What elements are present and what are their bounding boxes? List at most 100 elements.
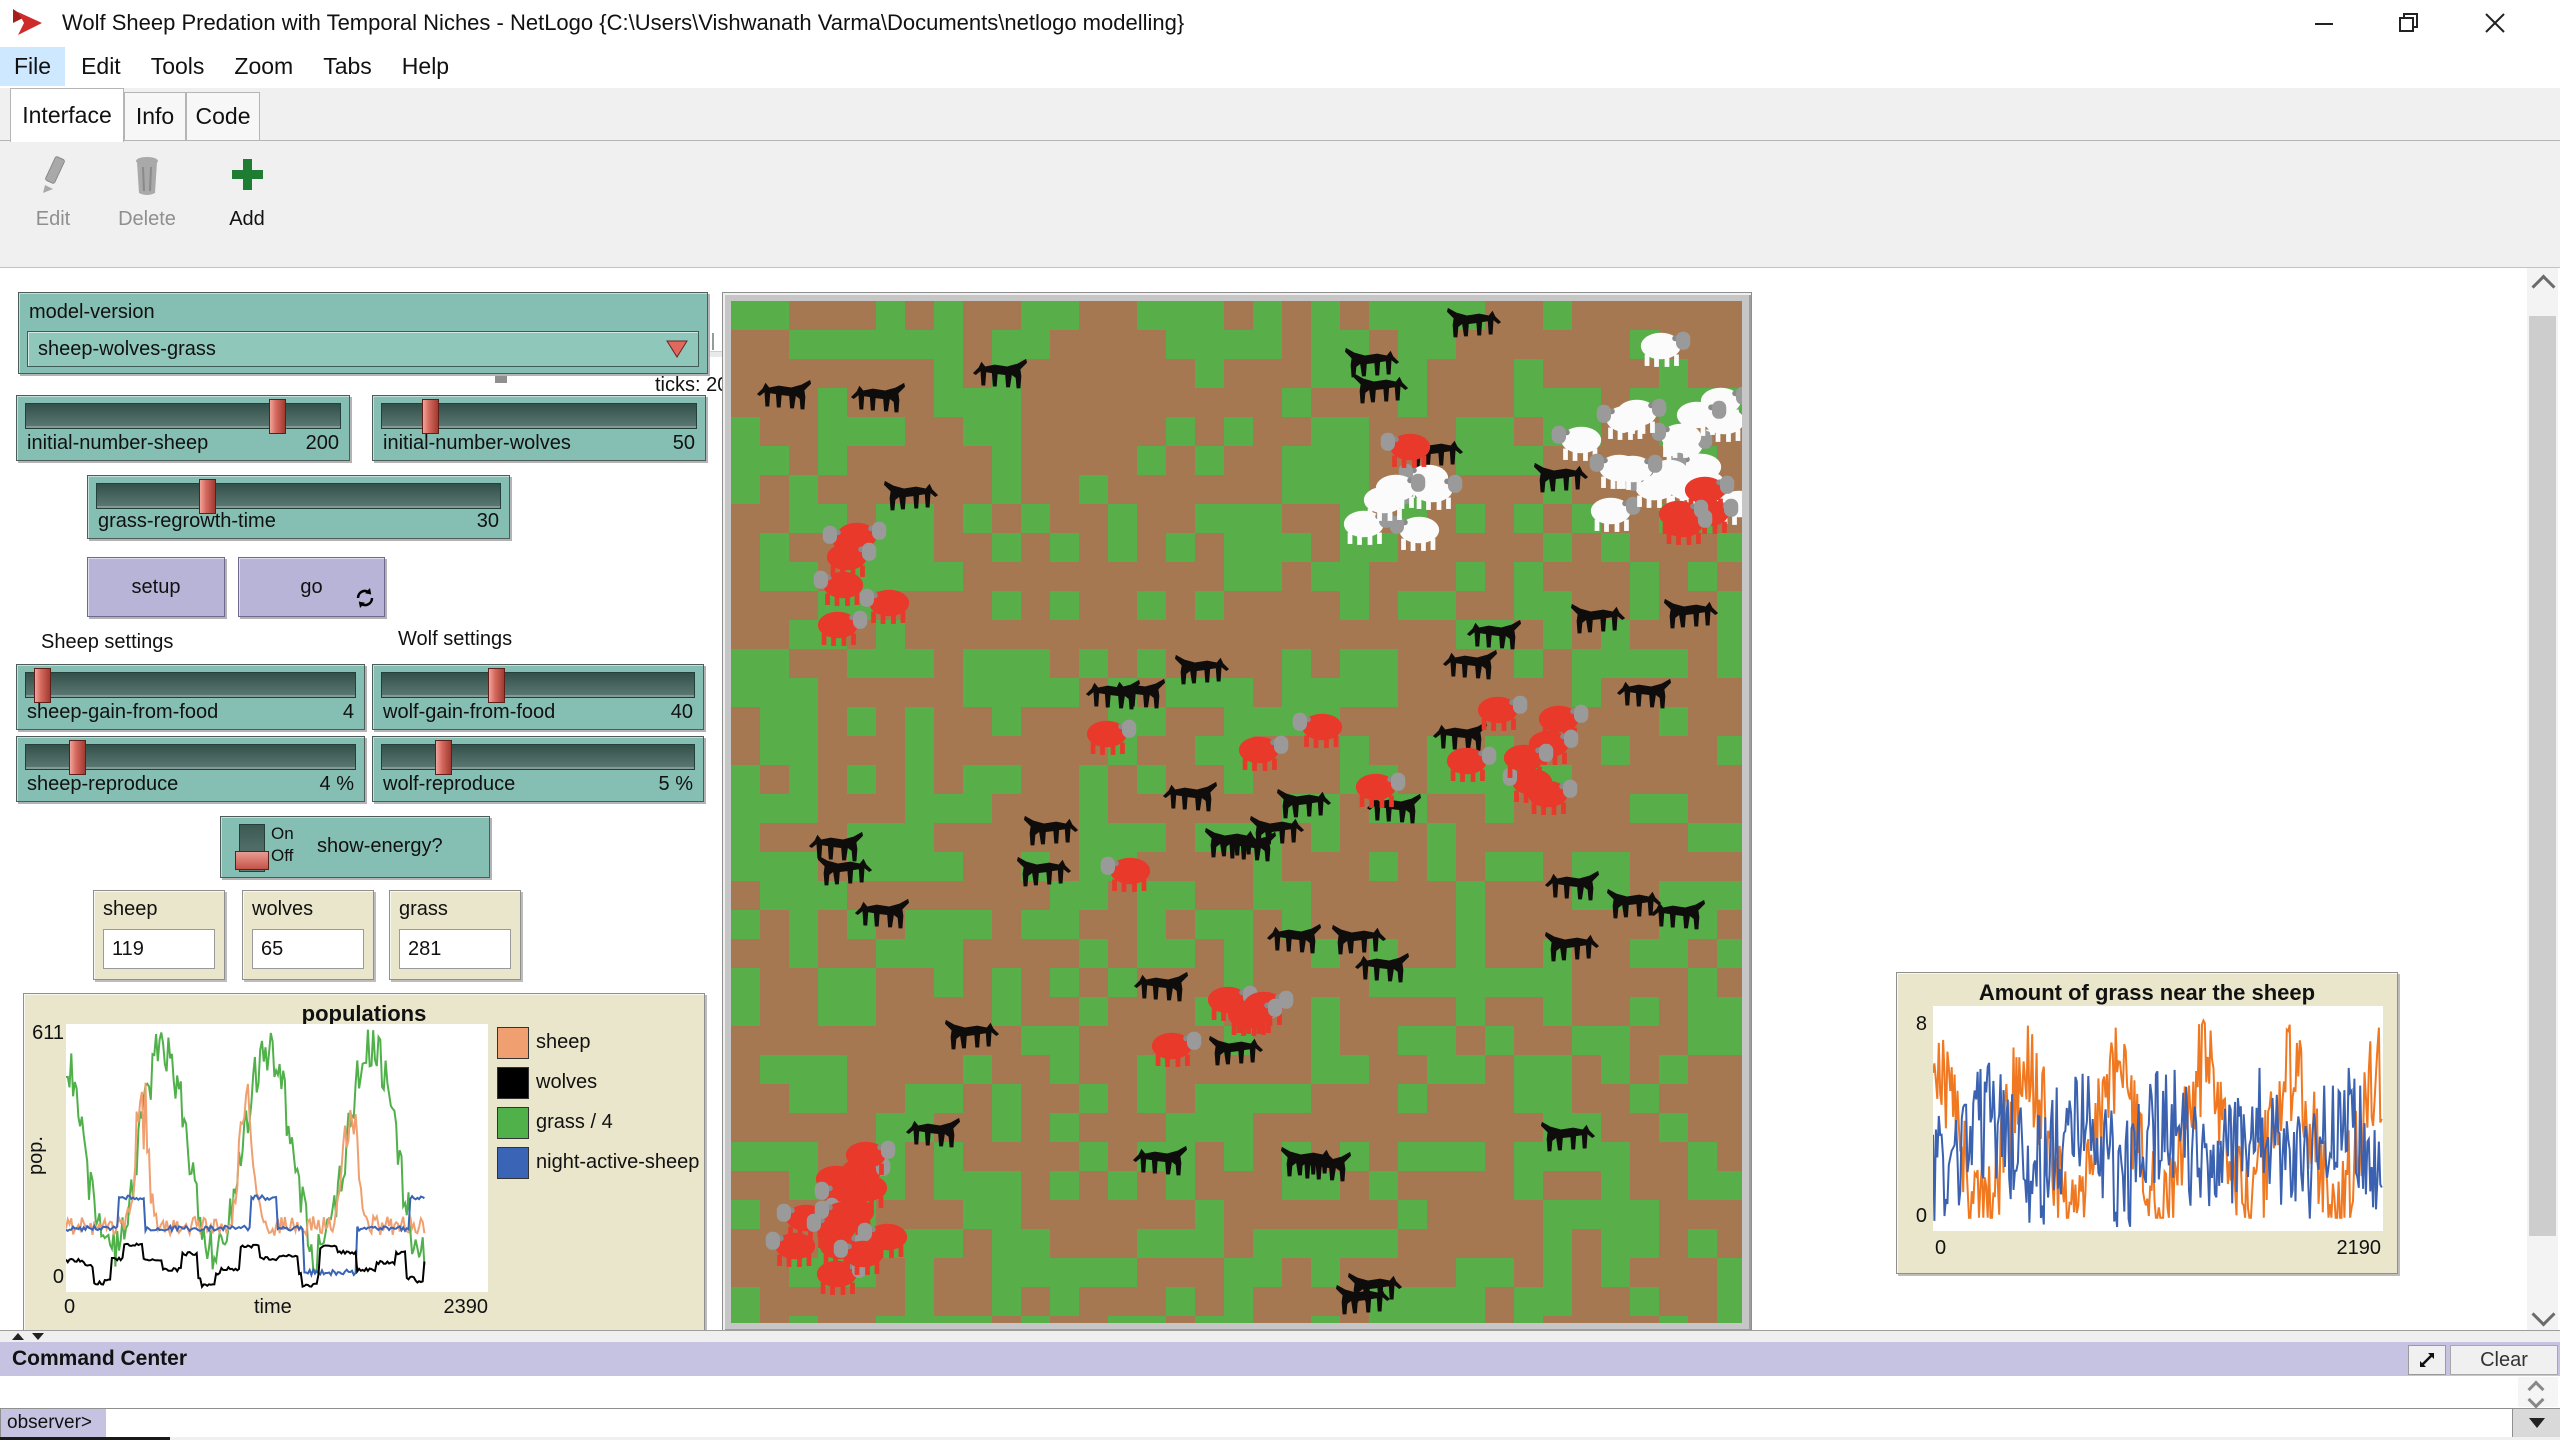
slider-sheep-gain-from-food[interactable]: sheep-gain-from-food 4	[16, 664, 365, 730]
slider-initial-number-wolves[interactable]: initial-number-wolves50	[372, 395, 706, 461]
pencil-icon	[36, 153, 70, 197]
scrollbar-thumb[interactable]	[2529, 316, 2556, 1236]
plus-icon	[229, 153, 265, 197]
output-scrollbar[interactable]	[2518, 1377, 2558, 1407]
minimize-button[interactable]	[2289, 0, 2361, 45]
add-tool-button[interactable]: Add	[214, 153, 280, 231]
monitor-label: sheep	[103, 898, 158, 921]
world-view[interactable]	[731, 301, 1742, 1323]
menu-help[interactable]: Help	[388, 47, 463, 86]
close-icon	[2483, 11, 2507, 35]
menu-tabs[interactable]: Tabs	[309, 47, 386, 86]
splitter-up-icon[interactable]	[12, 1333, 24, 1340]
switch-label: show-energy?	[317, 835, 443, 858]
title-bar: Wolf Sheep Predation with Temporal Niche…	[0, 0, 2560, 45]
monitor-sheep: sheep 119	[93, 890, 225, 980]
scroll-down-icon[interactable]	[2531, 1302, 2555, 1326]
slider-wolf-gain-from-food[interactable]: wolf-gain-from-food40	[372, 664, 704, 730]
legend-label-grass: grass / 4	[536, 1111, 613, 1134]
slider-value: 30	[477, 510, 499, 533]
slider-label: grass-regrowth-time	[98, 510, 276, 533]
toolbar: Edit Delete Add abc Button slower ticks:…	[0, 141, 2560, 268]
close-button[interactable]	[2459, 0, 2531, 45]
delete-tool-button[interactable]: Delete	[105, 153, 189, 231]
slider-label: sheep-reproduce	[27, 773, 178, 796]
restore-icon	[2397, 10, 2423, 36]
menu-tools[interactable]: Tools	[137, 47, 219, 86]
minimize-icon	[2313, 11, 2337, 35]
switch-knob[interactable]	[235, 851, 269, 870]
scroll-up-icon[interactable]	[2531, 274, 2555, 298]
chevron-down-icon	[2529, 1418, 2545, 1428]
tab-code[interactable]: Code	[186, 92, 260, 140]
command-center-expand-button[interactable]	[2408, 1345, 2446, 1375]
monitor-label: grass	[399, 898, 448, 921]
edit-tool-label: Edit	[18, 208, 88, 231]
slider-handle[interactable]	[34, 668, 51, 703]
switch-off-label: Off	[271, 846, 293, 866]
clear-button[interactable]: Clear	[2450, 1345, 2558, 1375]
legend-swatch-grass	[497, 1107, 529, 1139]
command-input[interactable]	[106, 1408, 2513, 1438]
plot-title: Amount of grass near the sheep	[1897, 980, 2397, 1006]
slider-handle[interactable]	[69, 740, 86, 775]
slider-value: 4 %	[320, 773, 354, 796]
netlogo-logo-icon	[12, 8, 52, 38]
monitor-value: 281	[399, 929, 511, 969]
slider-sheep-reproduce[interactable]: sheep-reproduce 4 %	[16, 736, 365, 802]
slider-track[interactable]	[25, 403, 341, 429]
slider-handle[interactable]	[269, 399, 286, 434]
tab-info[interactable]: Info	[124, 92, 186, 140]
slider-track[interactable]	[381, 672, 695, 698]
x-axis-label: time	[254, 1296, 292, 1319]
edit-tool-button[interactable]: Edit	[18, 153, 88, 231]
monitor-value: 119	[103, 929, 215, 969]
menu-bar: File Edit Tools Zoom Tabs Help	[0, 45, 2560, 88]
splitter-down-icon[interactable]	[32, 1333, 44, 1340]
slider-label: initial-number-sheep	[27, 432, 208, 455]
slider-label: sheep-gain-from-food	[27, 701, 218, 724]
command-center-output[interactable]	[0, 1376, 2560, 1409]
y-max-tick: 611	[26, 1022, 64, 1045]
slider-track[interactable]	[25, 672, 356, 698]
window-title: Wolf Sheep Predation with Temporal Niche…	[62, 10, 1184, 36]
slider-track[interactable]	[381, 744, 695, 770]
y-max-tick: 8	[1901, 1013, 1927, 1036]
slider-handle[interactable]	[422, 399, 439, 434]
slider-initial-number-sheep[interactable]: initial-number-sheep 200	[16, 395, 350, 461]
x-max-tick: 2390	[404, 1296, 488, 1319]
setup-button-label: setup	[132, 576, 181, 599]
model-version-chooser[interactable]: model-version sheep-wolves-grass	[18, 292, 708, 374]
chooser-value[interactable]: sheep-wolves-grass	[27, 331, 699, 367]
scroll-down-icon[interactable]	[2528, 1392, 2545, 1409]
slider-value: 200	[306, 432, 339, 455]
restore-button[interactable]	[2374, 0, 2446, 45]
setup-button[interactable]: setup	[87, 557, 225, 617]
clear-button-label: Clear	[2480, 1349, 2528, 1372]
delete-tool-label: Delete	[105, 208, 189, 231]
monitor-wolves: wolves 65	[242, 890, 374, 980]
interface-vertical-scrollbar[interactable]	[2527, 268, 2558, 1330]
tab-interface[interactable]: Interface	[10, 88, 124, 142]
slider-label: wolf-reproduce	[383, 773, 515, 796]
slider-grass-regrowth-time[interactable]: grass-regrowth-time 30	[87, 475, 510, 539]
slider-value: 40	[671, 701, 693, 724]
slider-wolf-reproduce[interactable]: wolf-reproduce5 %	[372, 736, 704, 802]
slider-handle[interactable]	[199, 479, 216, 514]
menu-edit[interactable]: Edit	[67, 47, 135, 86]
show-energy-switch[interactable]: On Off show-energy?	[220, 816, 490, 878]
slider-track[interactable]	[96, 483, 501, 509]
legend-swatch-wolves	[497, 1067, 529, 1099]
monitor-grass: grass 281	[389, 890, 521, 980]
slider-handle[interactable]	[488, 668, 505, 703]
slider-value: 4	[343, 701, 354, 724]
chooser-value-text: sheep-wolves-grass	[38, 338, 666, 361]
slider-handle[interactable]	[435, 740, 452, 775]
menu-zoom[interactable]: Zoom	[220, 47, 307, 86]
x-max-tick: 2190	[2297, 1237, 2381, 1260]
go-button[interactable]: go	[238, 557, 385, 617]
menu-file[interactable]: File	[0, 47, 65, 86]
prompt-context-dropdown[interactable]	[2512, 1408, 2560, 1438]
add-tool-label: Add	[214, 208, 280, 231]
world-view-frame	[722, 292, 1752, 1332]
